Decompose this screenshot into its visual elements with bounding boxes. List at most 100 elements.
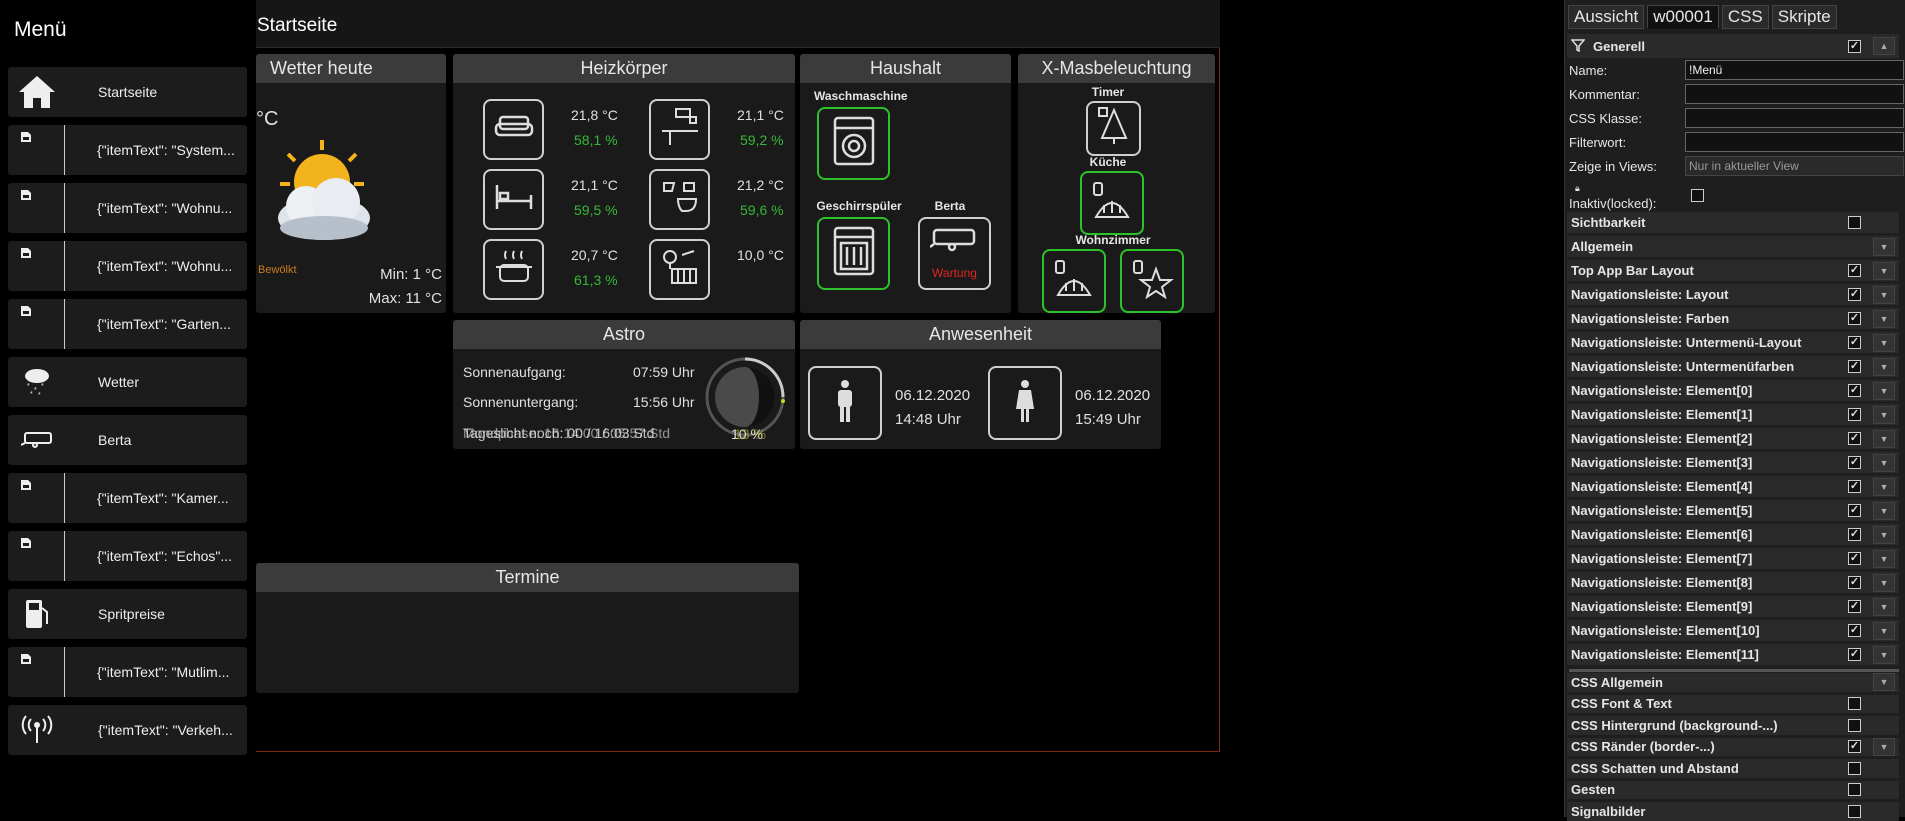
expand-arrow-icon[interactable]: ▼ — [1873, 673, 1895, 692]
expand-arrow-icon[interactable]: ▼ — [1873, 737, 1895, 756]
sidebar-item-0[interactable]: Startseite — [8, 67, 247, 117]
sidebar-item-4[interactable]: {"itemText": "Garten... — [8, 299, 247, 349]
attribute-group[interactable]: Navigationsleiste: Element[11] ✓ ▼ — [1567, 644, 1899, 665]
sidebar-item-6[interactable]: Berta — [8, 415, 247, 465]
attribute-group[interactable]: Navigationsleiste: Element[0] ✓ ▼ — [1567, 380, 1899, 401]
attribute-group[interactable]: Navigationsleiste: Element[9] ✓ ▼ — [1567, 596, 1899, 617]
tab-widget[interactable]: w00001 — [1647, 5, 1719, 29]
attribute-group-checkbox[interactable] — [1848, 761, 1861, 775]
dishwasher-button[interactable] — [817, 217, 890, 290]
attribute-group[interactable]: CSS Allgemein ▼ — [1567, 673, 1899, 692]
expand-arrow-icon[interactable]: ▼ — [1873, 285, 1895, 304]
attribute-group-checkbox[interactable] — [1848, 216, 1861, 229]
attribute-group-checkbox[interactable]: ✓ — [1848, 264, 1861, 277]
attribute-group-checkbox[interactable]: ✓ — [1848, 576, 1861, 589]
expand-arrow-icon[interactable]: ▼ — [1873, 357, 1895, 376]
timer-button[interactable] — [1086, 101, 1141, 156]
expand-arrow-icon[interactable]: ▼ — [1873, 381, 1895, 400]
attribute-group[interactable]: Top App Bar Layout ✓ ▼ — [1567, 260, 1899, 281]
expand-arrow-icon[interactable]: ▼ — [1873, 309, 1895, 328]
attribute-group[interactable]: Navigationsleiste: Element[6] ✓ ▼ — [1567, 524, 1899, 545]
attribute-group[interactable]: Navigationsleiste: Element[3] ✓ ▼ — [1567, 452, 1899, 473]
attribute-group-checkbox[interactable]: ✓ — [1848, 360, 1861, 373]
views-select[interactable]: Nur in aktueller View — [1685, 156, 1904, 176]
attribute-group[interactable]: Navigationsleiste: Element[1] ✓ ▼ — [1567, 404, 1899, 425]
attribute-group[interactable]: Navigationsleiste: Element[7] ✓ ▼ — [1567, 548, 1899, 569]
attribute-group-checkbox[interactable]: ✓ — [1848, 504, 1861, 517]
filter-field[interactable] — [1685, 132, 1904, 152]
heating-room-button-1[interactable] — [649, 99, 710, 160]
expand-arrow-icon[interactable]: ▼ — [1873, 645, 1895, 664]
group-general[interactable]: Generell ✓ ▲ — [1567, 34, 1899, 58]
attribute-group[interactable]: CSS Font & Text — [1567, 694, 1899, 713]
attribute-group-checkbox[interactable]: ✓ — [1848, 456, 1861, 469]
attribute-group-checkbox[interactable] — [1848, 697, 1861, 711]
attribute-group[interactable]: Navigationsleiste: Farben ✓ ▼ — [1567, 308, 1899, 329]
sidebar-item-11[interactable]: {"itemText": "Verkeh... — [8, 705, 247, 755]
expand-arrow-icon[interactable]: ▼ — [1873, 477, 1895, 496]
sidebar-item-3[interactable]: {"itemText": "Wohnu... — [8, 241, 247, 291]
attribute-group-checkbox[interactable]: ✓ — [1848, 624, 1861, 637]
expand-arrow-icon[interactable]: ▼ — [1873, 621, 1895, 640]
attribute-group[interactable]: Gesten — [1567, 780, 1899, 799]
expand-arrow-icon[interactable]: ▼ — [1873, 405, 1895, 424]
attribute-group[interactable]: Navigationsleiste: Element[4] ✓ ▼ — [1567, 476, 1899, 497]
expand-arrow-icon[interactable]: ▼ — [1873, 549, 1895, 568]
attribute-group-checkbox[interactable]: ✓ — [1848, 288, 1861, 301]
tab-css[interactable]: CSS — [1721, 5, 1769, 29]
locked-checkbox[interactable] — [1691, 189, 1704, 202]
washer-button[interactable] — [817, 107, 890, 180]
heating-room-button-4[interactable] — [483, 239, 544, 300]
tab-view[interactable]: Aussicht — [1568, 5, 1645, 29]
attribute-group[interactable]: Navigationsleiste: Untermenü-Layout ✓ ▼ — [1567, 332, 1899, 353]
sidebar-item-9[interactable]: Spritpreise — [8, 589, 247, 639]
living-arch-button[interactable] — [1042, 249, 1106, 313]
attribute-group-checkbox[interactable]: ✓ — [1848, 648, 1861, 661]
attribute-group[interactable]: CSS Schatten und Abstand — [1567, 759, 1899, 778]
attribute-group-checkbox[interactable] — [1848, 804, 1861, 818]
attribute-group[interactable]: CSS Ränder (border-...) ✓ ▼ — [1567, 737, 1899, 756]
attribute-group-checkbox[interactable]: ✓ — [1848, 480, 1861, 493]
name-field[interactable] — [1685, 60, 1904, 80]
attribute-group-checkbox[interactable] — [1848, 783, 1861, 797]
presence-person-button-1[interactable] — [988, 366, 1062, 440]
sidebar-item-2[interactable]: {"itemText": "Wohnu... — [8, 183, 247, 233]
expand-arrow-icon[interactable]: ▼ — [1873, 501, 1895, 520]
attribute-group[interactable]: Navigationsleiste: Element[8] ✓ ▼ — [1567, 572, 1899, 593]
heating-room-button-0[interactable] — [483, 99, 544, 160]
heating-room-button-3[interactable] — [649, 169, 710, 230]
css-class-field[interactable] — [1685, 108, 1904, 128]
attribute-group-checkbox[interactable]: ✓ — [1848, 408, 1861, 421]
attribute-group-checkbox[interactable]: ✓ — [1848, 312, 1861, 325]
expand-arrow-icon[interactable]: ▼ — [1873, 597, 1895, 616]
expand-arrow-icon[interactable]: ▼ — [1873, 333, 1895, 352]
heating-room-button-5[interactable] — [649, 239, 710, 300]
caravan-button[interactable]: Wartung — [918, 217, 991, 290]
attribute-group[interactable]: Navigationsleiste: Element[5] ✓ ▼ — [1567, 500, 1899, 521]
expand-arrow-icon[interactable]: ▼ — [1873, 453, 1895, 472]
attribute-group-checkbox[interactable]: ✓ — [1848, 552, 1861, 565]
attribute-group-checkbox[interactable]: ✓ — [1848, 432, 1861, 445]
sidebar-item-7[interactable]: {"itemText": "Kamer... — [8, 473, 247, 523]
sidebar-item-1[interactable]: {"itemText": "System... — [8, 125, 247, 175]
living-star-button[interactable] — [1120, 249, 1184, 313]
attribute-group[interactable]: Navigationsleiste: Layout ✓ ▼ — [1567, 284, 1899, 305]
attribute-group[interactable]: Navigationsleiste: Untermenüfarben ✓ ▼ — [1567, 356, 1899, 377]
attribute-group[interactable]: Signalbilder — [1567, 802, 1899, 821]
collapse-arrow-icon[interactable]: ▲ — [1873, 37, 1895, 55]
attribute-group-checkbox[interactable]: ✓ — [1848, 740, 1861, 754]
attribute-group[interactable]: Navigationsleiste: Element[10] ✓ ▼ — [1567, 620, 1899, 641]
expand-arrow-icon[interactable]: ▼ — [1873, 525, 1895, 544]
kitchen-light-button[interactable] — [1080, 171, 1144, 235]
attribute-group-checkbox[interactable] — [1848, 718, 1861, 732]
attribute-group[interactable]: Navigationsleiste: Element[2] ✓ ▼ — [1567, 428, 1899, 449]
expand-arrow-icon[interactable]: ▼ — [1873, 261, 1895, 280]
tab-scripts[interactable]: Skripte — [1771, 5, 1837, 29]
expand-arrow-icon[interactable]: ▼ — [1873, 429, 1895, 448]
expand-arrow-icon[interactable]: ▼ — [1873, 237, 1895, 256]
attribute-group[interactable]: Allgemein ▼ — [1567, 236, 1899, 257]
sidebar-item-8[interactable]: {"itemText": "Echos"... — [8, 531, 247, 581]
sidebar-item-5[interactable]: * * * * * Wetter — [8, 357, 247, 407]
sidebar-item-10[interactable]: {"itemText": "Mutlim... — [8, 647, 247, 697]
presence-person-button-0[interactable] — [808, 366, 882, 440]
